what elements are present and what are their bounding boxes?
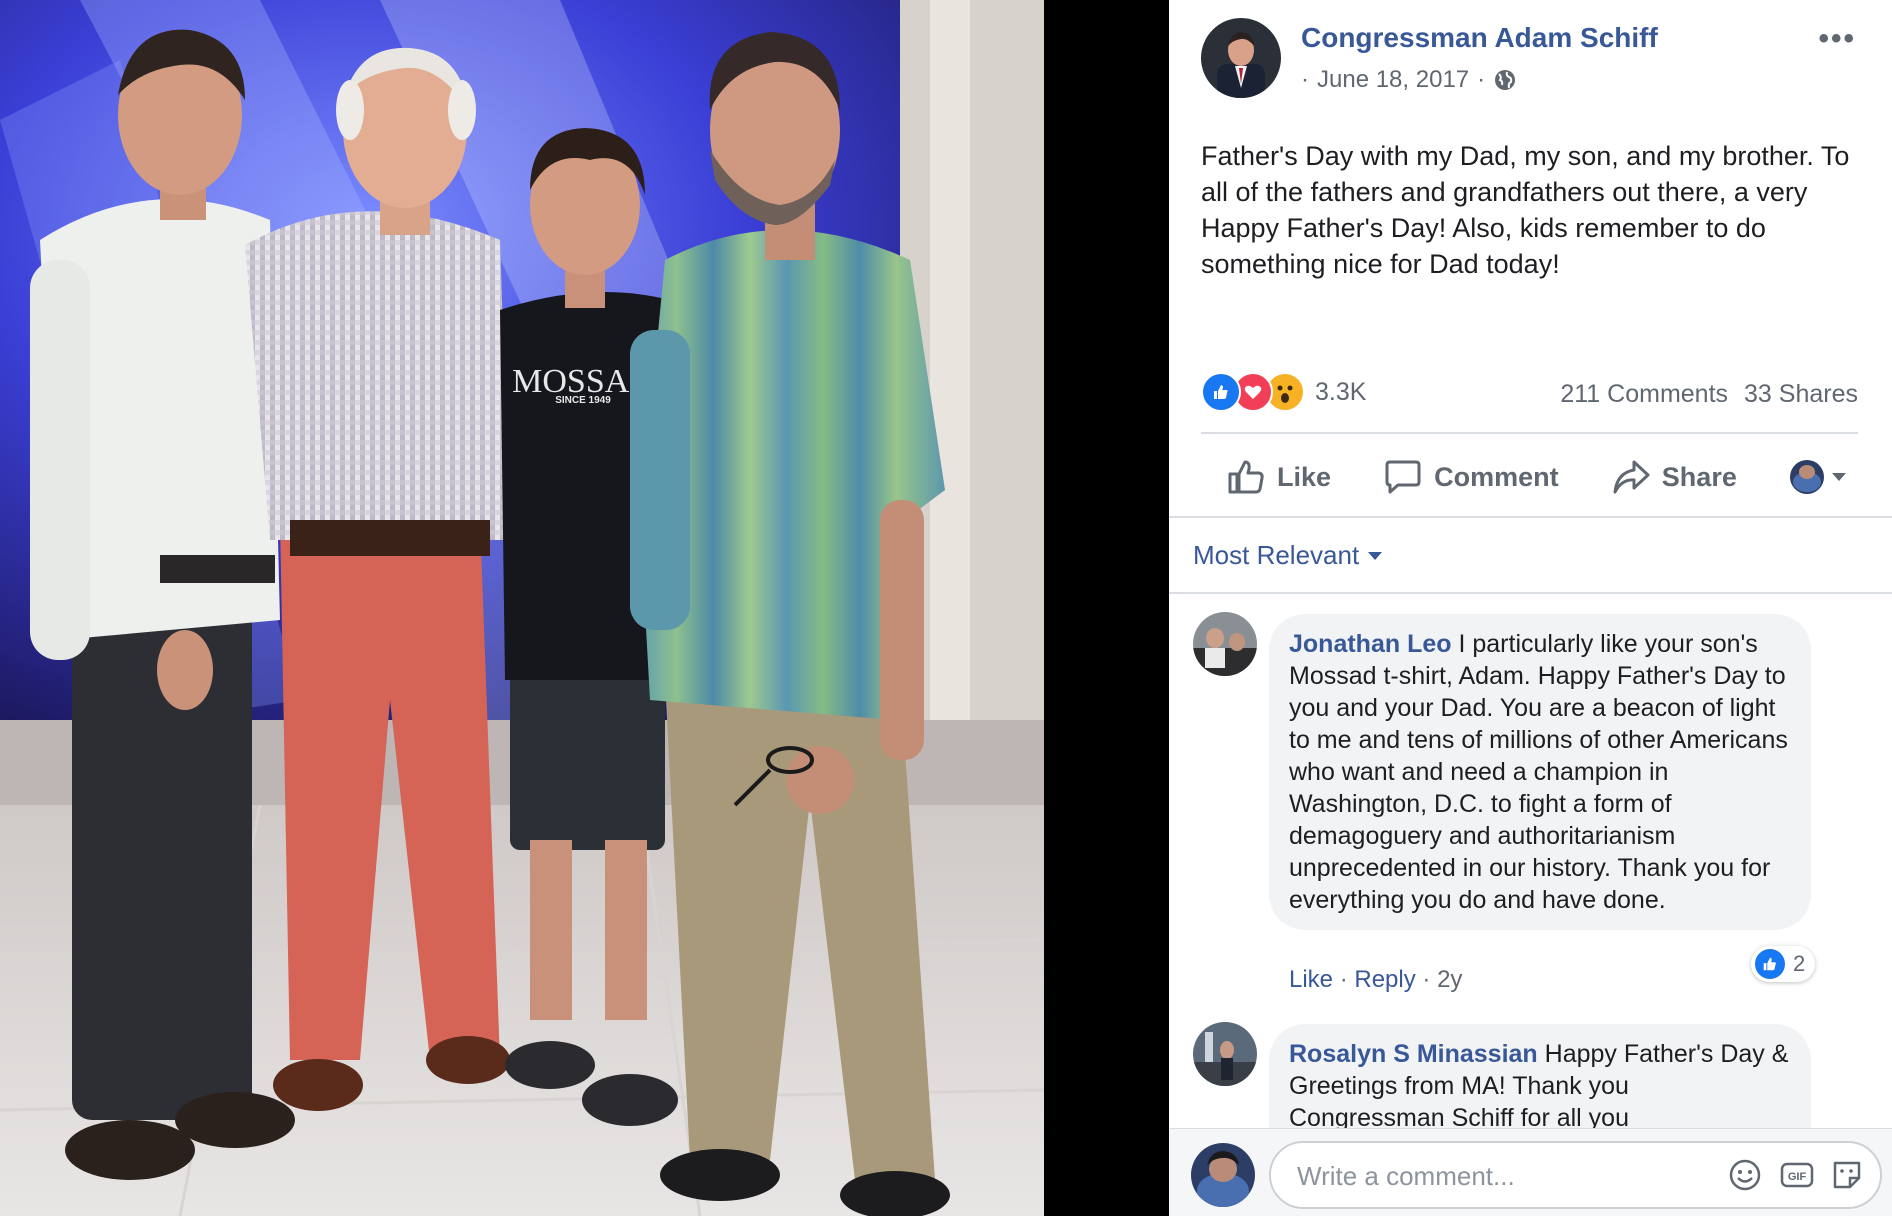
globe-icon xyxy=(1493,68,1517,92)
reactions-summary[interactable]: 3.3K xyxy=(1201,372,1366,412)
divider xyxy=(1169,516,1892,518)
caret-down-icon xyxy=(1830,471,1848,483)
comment-reply-link[interactable]: Reply xyxy=(1354,966,1415,993)
svg-text:GIF: GIF xyxy=(1788,1171,1807,1183)
meta-dot: · xyxy=(1339,966,1348,993)
comments-sort-label: Most Relevant xyxy=(1193,540,1360,570)
comment-input[interactable] xyxy=(1295,1143,1659,1209)
comment-age[interactable]: 2y xyxy=(1437,966,1462,993)
current-user-avatar xyxy=(1191,1143,1255,1207)
comment-like-link[interactable]: Like xyxy=(1289,966,1333,993)
comment-button[interactable]: Comment xyxy=(1384,459,1559,495)
comment-bubble-icon xyxy=(1384,459,1422,495)
commenter-name[interactable]: Jonathan Leo xyxy=(1289,630,1452,658)
like-label: Like xyxy=(1277,461,1332,492)
divider xyxy=(1169,592,1892,594)
comment-actions: Like · Reply · 2y xyxy=(1289,966,1462,994)
caret-down-icon xyxy=(1367,551,1383,561)
current-user-avatar xyxy=(1789,460,1824,494)
post-text: Father's Day with my Dad, my son, and my… xyxy=(1201,141,1850,279)
reaction-count: 3.3K xyxy=(1315,377,1367,406)
like-count-value: 2 xyxy=(1793,951,1806,976)
sticker-icon[interactable] xyxy=(1830,1158,1864,1192)
post-actions: Like Comment Share xyxy=(1201,445,1858,509)
emoji-icon[interactable] xyxy=(1728,1158,1762,1192)
commenter-name[interactable]: Rosalyn S Minassian xyxy=(1289,1040,1538,1068)
like-button[interactable]: Like xyxy=(1227,459,1331,495)
meta-dot: · xyxy=(1301,66,1309,93)
thumbs-up-icon xyxy=(1227,459,1265,495)
post-author-name[interactable]: Congressman Adam Schiff xyxy=(1301,22,1658,54)
shirt-subtext: SINCE 1949 xyxy=(555,395,611,406)
share-arrow-icon xyxy=(1612,459,1650,495)
photo-illustration: MOSSAD SINCE 1949 xyxy=(0,0,1044,1216)
more-options-icon[interactable]: ••• xyxy=(1818,22,1856,56)
commenter-avatar[interactable] xyxy=(1193,1022,1257,1086)
post-photo[interactable]: MOSSAD SINCE 1949 xyxy=(0,0,1044,1216)
post-meta: · June 18, 2017 · xyxy=(1301,66,1517,94)
commenter-avatar[interactable] xyxy=(1193,612,1257,676)
post-as-selector[interactable] xyxy=(1789,460,1848,494)
comments-count[interactable]: 211 Comments xyxy=(1560,380,1728,409)
comment-text: I particularly like your son's Mossad t-… xyxy=(1289,630,1788,914)
shares-count[interactable]: 33 Shares xyxy=(1744,380,1858,409)
share-label: Share xyxy=(1661,461,1737,492)
photo-viewer: MOSSAD SINCE 1949 xyxy=(0,0,1169,1216)
divider xyxy=(1201,432,1858,434)
comment-label: Comment xyxy=(1434,461,1559,492)
post-stats: 211 Comments 33 Shares xyxy=(1560,380,1858,409)
meta-dot: · xyxy=(1477,66,1486,93)
gif-icon[interactable]: GIF xyxy=(1780,1158,1814,1192)
post-date[interactable]: June 18, 2017 xyxy=(1317,66,1469,94)
post-details-panel: Congressman Adam Schiff · June 18, 2017 … xyxy=(1169,0,1892,1216)
comment-input-box[interactable]: GIF xyxy=(1269,1141,1882,1209)
comment-composer: GIF xyxy=(1169,1128,1892,1216)
like-reaction-icon xyxy=(1755,949,1785,979)
share-button[interactable]: Share xyxy=(1612,459,1737,495)
like-reaction-icon xyxy=(1201,372,1241,412)
comment-like-count[interactable]: 2 xyxy=(1751,946,1816,982)
comment-bubble: Jonathan Leo I particularly like your so… xyxy=(1269,614,1811,930)
author-avatar[interactable] xyxy=(1201,18,1281,98)
comments-sort-dropdown[interactable]: Most Relevant xyxy=(1193,540,1383,571)
meta-dot: · xyxy=(1422,966,1431,993)
